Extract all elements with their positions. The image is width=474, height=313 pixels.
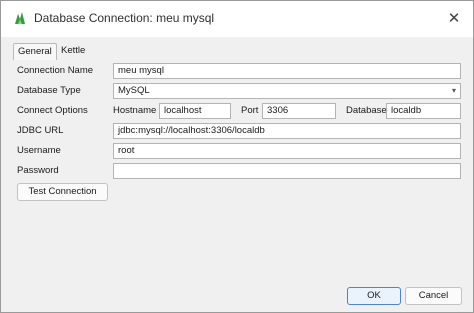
jdbc-url-label: JDBC URL xyxy=(17,125,64,136)
database-type-value: MySQL xyxy=(118,85,150,96)
password-field[interactable] xyxy=(113,163,461,179)
tab-general[interactable]: General xyxy=(13,43,57,60)
database-connection-dialog: Database Connection: meu mysql ✕ General… xyxy=(0,0,474,313)
cancel-button[interactable]: Cancel xyxy=(405,287,462,305)
general-panel: Connection Name meu mysql Database Type … xyxy=(11,59,463,277)
jdbc-url-field[interactable]: jdbc:mysql://localhost:3306/localdb xyxy=(113,123,461,139)
ok-button[interactable]: OK xyxy=(347,287,401,305)
connection-name-field[interactable]: meu mysql xyxy=(113,63,461,79)
database-label: Database xyxy=(346,105,387,116)
window-title: Database Connection: meu mysql xyxy=(34,11,215,25)
tab-kettle[interactable]: Kettle xyxy=(57,43,89,59)
username-field[interactable]: root xyxy=(113,143,461,159)
port-field[interactable]: 3306 xyxy=(262,103,336,119)
port-label: Port xyxy=(241,105,259,116)
database-type-select[interactable]: MySQL ▾ xyxy=(113,83,461,99)
hostname-field[interactable]: localhost xyxy=(159,103,231,119)
connect-options-label: Connect Options xyxy=(17,105,88,116)
kettle-app-icon xyxy=(13,11,27,25)
database-field[interactable]: localdb xyxy=(386,103,461,119)
test-connection-button[interactable]: Test Connection xyxy=(17,183,108,201)
database-type-label: Database Type xyxy=(17,85,81,96)
title-bar[interactable]: Database Connection: meu mysql ✕ xyxy=(1,1,473,37)
close-icon[interactable]: ✕ xyxy=(441,7,467,31)
password-label: Password xyxy=(17,165,59,176)
username-label: Username xyxy=(17,145,61,156)
chevron-down-icon: ▾ xyxy=(451,86,456,95)
hostname-label: Hostname xyxy=(113,105,157,116)
connection-name-label: Connection Name xyxy=(17,65,94,76)
